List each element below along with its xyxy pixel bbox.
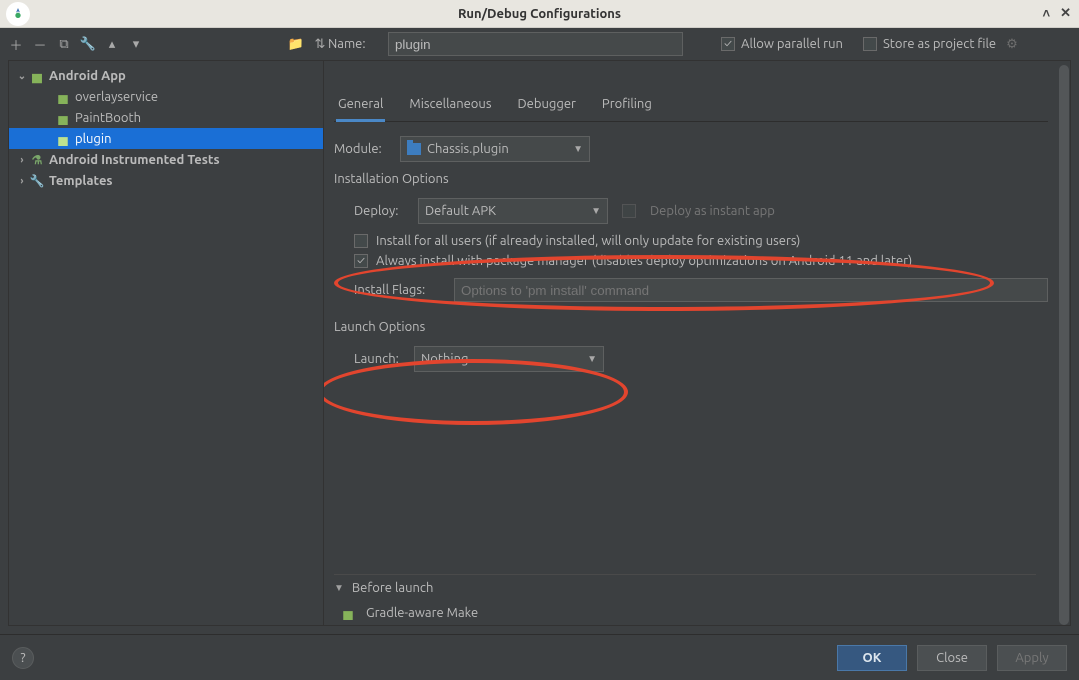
wrench-icon[interactable]: 🔧 [80,36,96,52]
launch-select[interactable]: Nothing ▼ [414,346,604,372]
allow-parallel-checkbox[interactable] [721,37,735,51]
gear-icon[interactable]: ⚙ [1006,37,1018,52]
chevron-down-icon: ▼ [334,582,344,594]
folder-icon[interactable]: 📁 [288,36,304,52]
window-close-icon[interactable]: ✕ [1060,6,1071,21]
chevron-down-icon: ▼ [573,143,583,155]
titlebar: Run/Debug Configurations ˄ ✕ [0,0,1079,28]
android-icon: ▅ [29,68,45,84]
config-tree: ⌄ ▅ Android App ▅ overlayservice ▅ Paint… [8,60,324,626]
scrollbar[interactable] [1058,61,1070,625]
always-package-manager-checkbox[interactable] [354,254,368,268]
module-label: Module: [334,142,400,156]
top-toolbar: ＋ － ⧉ 🔧 ▴ ▾ 📁 ⇅ Name: Allow parallel run… [0,28,1079,60]
up-icon[interactable]: ▴ [104,36,120,52]
chevron-right-icon: › [15,175,29,186]
chevron-down-icon: ▼ [587,353,597,365]
android-studio-icon [10,6,26,22]
store-project-label: Store as project file [883,37,996,51]
android-icon: ▅ [55,89,71,105]
window-minimize-icon[interactable]: ˄ [1043,6,1051,21]
deploy-label: Deploy: [354,204,404,218]
android-icon: ▅ [55,110,71,126]
tree-item-paintbooth[interactable]: ▅ PaintBooth [9,107,323,128]
dialog: ＋ － ⧉ 🔧 ▴ ▾ 📁 ⇅ Name: Allow parallel run… [0,28,1079,680]
dialog-footer: ? OK Close Apply [0,634,1079,680]
launch-options-header: Launch Options [334,320,1048,334]
tree-node-templates[interactable]: › 🔧 Templates [9,170,323,191]
content-panel: General Miscellaneous Debugger Profiling… [324,60,1071,626]
always-package-manager-label: Always install with package manager (dis… [376,254,912,268]
installation-options-header: Installation Options [334,172,1048,186]
chevron-down-icon: ⌄ [15,70,29,82]
scrollbar-thumb[interactable] [1059,65,1069,625]
tree-item-overlayservice[interactable]: ▅ overlayservice [9,86,323,107]
help-button[interactable]: ? [12,647,34,669]
window-title: Run/Debug Configurations [0,7,1079,21]
chevron-down-icon: ▼ [591,205,601,217]
copy-config-icon[interactable]: ⧉ [56,36,72,52]
instant-app-checkbox [622,204,636,218]
sort-icon: ⇅ [312,36,328,52]
tab-profiling[interactable]: Profiling [600,97,654,121]
ok-button[interactable]: OK [837,645,907,671]
tab-general[interactable]: General [336,97,385,122]
install-flags-label: Install Flags: [354,283,444,297]
down-icon[interactable]: ▾ [128,36,144,52]
allow-parallel-label: Allow parallel run [741,37,843,51]
install-flags-input[interactable] [454,278,1048,302]
tab-debugger[interactable]: Debugger [515,97,577,121]
store-project-checkbox[interactable] [863,37,877,51]
flask-icon: ⚗ [29,152,45,168]
before-launch-item[interactable]: ▅ Gradle-aware Make [340,605,1030,621]
android-icon: ▅ [340,605,356,621]
app-icon [6,2,30,26]
wrench-icon: 🔧 [29,173,45,189]
before-launch-section: ▼ Before launch ▅ Gradle-aware Make [334,574,1036,625]
tree-node-android-app[interactable]: ⌄ ▅ Android App [9,65,323,86]
tree-node-instrumented-tests[interactable]: › ⚗ Android Instrumented Tests [9,149,323,170]
module-select[interactable]: Chassis.plugin ▼ [400,136,590,162]
before-launch-header[interactable]: ▼ Before launch [334,574,1036,601]
launch-label: Launch: [354,352,414,366]
module-icon [407,143,421,155]
close-button[interactable]: Close [917,645,987,671]
add-config-icon[interactable]: ＋ [8,36,24,52]
config-tabs: General Miscellaneous Debugger Profiling [334,87,1048,122]
install-all-users-label: Install for all users (if already instal… [376,234,800,248]
tree-item-plugin[interactable]: ▅ plugin [9,128,323,149]
remove-config-icon[interactable]: － [32,36,48,52]
instant-app-label: Deploy as instant app [650,204,775,218]
name-input[interactable] [388,32,683,56]
deploy-select[interactable]: Default APK ▼ [418,198,608,224]
apply-button[interactable]: Apply [997,645,1067,671]
name-label: Name: [328,37,388,51]
chevron-right-icon: › [15,154,29,165]
tab-miscellaneous[interactable]: Miscellaneous [407,97,493,121]
install-all-users-checkbox[interactable] [354,234,368,248]
android-icon: ▅ [55,131,71,147]
